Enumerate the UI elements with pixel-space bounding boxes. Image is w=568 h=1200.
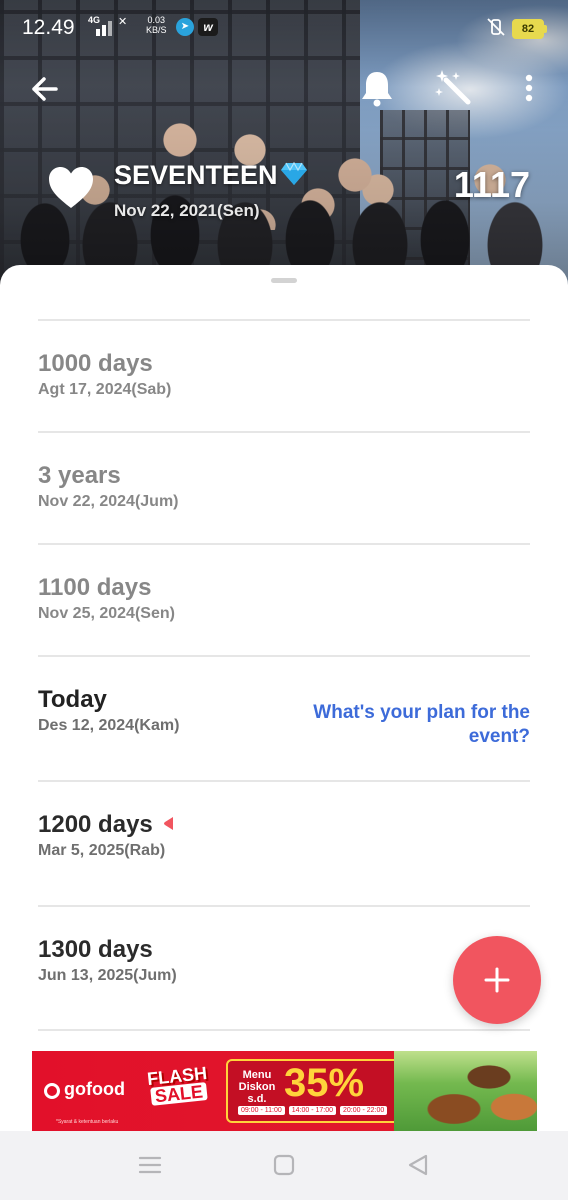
sheet-drag-handle[interactable] [271,278,297,283]
speed-unit: KB/S [146,25,167,35]
discount-times: 09:00 - 11:00 14:00 - 17:00 20:00 - 22:00 [238,1106,391,1115]
event-title: SEVENTEEN [114,160,308,191]
divider [38,431,530,433]
heart-icon [49,167,93,208]
milestone-date: Agt 17, 2024(Sab) [38,381,172,398]
divider [38,1029,530,1031]
magic-wand-icon [435,70,471,105]
speed-value: 0.03 [147,15,166,25]
discount-percent: 35% [284,1061,365,1105]
milestone-title-row: 1200 days [38,810,530,840]
plus-icon [484,967,510,993]
milestone-title: 1000 days [38,350,153,377]
battery-level: 82 [512,19,547,39]
ad-fine-print: *Syarat & ketentuan berlaku [56,1119,119,1125]
status-time: 12.49 [22,16,75,39]
ad-banner[interactable]: gofood FLASH SALE Menu Diskon s.d. 35% 0… [32,1051,537,1131]
system-nav-bar [0,1131,568,1200]
divider [38,780,530,782]
divider [38,655,530,657]
milestone-date: Nov 22, 2024(Jum) [38,493,179,510]
telegram-icon: ➤ [176,18,194,36]
days-count: 1117 [453,164,530,205]
milestone-title: 1100 days [38,574,152,601]
milestone-date: Nov 25, 2024(Sen) [38,605,175,622]
time-slot: 14:00 - 17:00 [288,1106,337,1115]
time-slot: 09:00 - 11:00 [238,1106,285,1115]
milestone-title: 3 years [38,462,121,489]
more-vertical-icon [525,74,533,102]
gofood-logo: gofood [44,1079,125,1100]
ad-brand: gofood [64,1079,125,1099]
divider [38,319,530,321]
network-speed: 0.03 KB/S [146,15,167,35]
notification-button[interactable] [358,68,396,108]
menu-icon [138,1156,162,1174]
add-event-button[interactable] [453,936,541,1024]
milestone-item[interactable]: 1000 days Agt 17, 2024(Sab) [38,349,530,399]
arrow-left-icon [32,77,58,101]
diamond-icon [280,161,307,185]
milestone-item[interactable]: 3 years Nov 22, 2024(Jum) [38,461,530,511]
menu-diskon-text: Menu Diskon s.d. [238,1069,276,1105]
more-options-button[interactable] [514,70,544,106]
back-button[interactable] [28,72,62,106]
next-marker-icon [163,817,173,830]
recent-apps-button[interactable] [137,1153,163,1177]
plan-event-link[interactable]: What's your plan for the event? [290,701,530,749]
signal-icon [88,18,114,36]
discount-box: Menu Diskon s.d. 35% 09:00 - 11:00 14:00 … [226,1059,406,1123]
divider [38,905,530,907]
divider [38,543,530,545]
back-nav-button[interactable] [405,1153,431,1177]
flash-sale-badge: FLASH SALE [140,1063,215,1106]
milestone-item[interactable]: 1200 days Mar 5, 2025(Rab) [38,810,530,860]
event-start-date: Nov 22, 2021(Sen) [114,201,260,220]
milestone-date: Mar 5, 2025(Rab) [38,842,166,859]
back-triangle-icon [408,1154,428,1176]
home-button[interactable] [271,1153,297,1177]
bell-icon [362,72,392,107]
home-square-icon [273,1154,295,1176]
status-bar: 12.49 4G ✕ 0.03 KB/S ➤ w 82 [0,0,568,56]
vibrate-off-icon [486,18,506,41]
milestone-item[interactable]: 1100 days Nov 25, 2024(Sen) [38,573,530,623]
event-title-text: SEVENTEEN [114,160,278,190]
sale-text: SALE [150,1081,208,1106]
webtoon-icon: w [198,18,218,36]
no-signal-icon: ✕ [118,16,128,28]
food-image [394,1051,537,1131]
time-slot: 20:00 - 22:00 [340,1106,388,1115]
theme-button[interactable] [434,68,474,108]
milestone-title: 1200 days [38,811,153,838]
